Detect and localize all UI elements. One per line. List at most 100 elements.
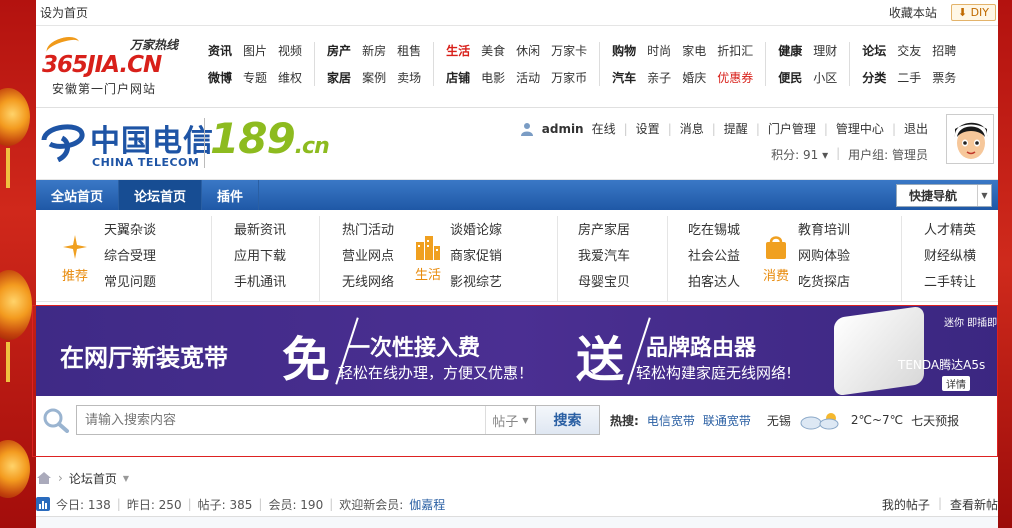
breadcrumb-current[interactable]: 论坛首页	[69, 470, 117, 487]
nav-group-head[interactable]: 便民	[778, 69, 802, 86]
admin-center-link[interactable]: 管理中心	[836, 120, 884, 137]
nav-group-head[interactable]: 健康	[778, 42, 802, 59]
nav-group-head[interactable]: 论坛	[862, 42, 886, 59]
nav-link[interactable]: 万家币	[551, 69, 587, 86]
tab-forum-home[interactable]: 论坛首页	[119, 180, 203, 210]
category-link[interactable]: 网购体验	[798, 245, 901, 264]
avatar[interactable]	[946, 114, 994, 164]
points-link[interactable]: 积分: 91 ▾	[771, 146, 828, 163]
nav-link[interactable]: 休闲	[516, 42, 540, 59]
brand-189: 189.cn	[210, 114, 330, 163]
messages-link[interactable]: 消息	[680, 120, 704, 137]
nav-group-head[interactable]: 汽车	[612, 69, 636, 86]
diy-button[interactable]: ⬇ DIY	[950, 4, 996, 21]
tab-site-home[interactable]: 全站首页	[36, 180, 120, 210]
tab-plugins[interactable]: 插件	[202, 180, 260, 210]
nav-link[interactable]: 专题	[243, 69, 267, 86]
nav-link[interactable]: 理财	[813, 42, 837, 59]
category-link[interactable]: 综合受理	[104, 245, 211, 264]
nav-group-head[interactable]: 房产	[327, 42, 351, 59]
category-link[interactable]: 财经纵横	[924, 245, 992, 264]
category-link[interactable]: 二手转让	[924, 271, 992, 290]
nav-link[interactable]: 案例	[362, 69, 386, 86]
view-new-posts-link[interactable]: 查看新帖	[950, 496, 998, 513]
separator: |	[891, 121, 896, 136]
user-group[interactable]: 用户组: 管理员	[848, 146, 928, 163]
category-link[interactable]: 热门活动	[342, 219, 406, 238]
category-link[interactable]: 人才精英	[924, 219, 992, 238]
nav-link[interactable]: 票务	[932, 69, 956, 86]
hot-search-link[interactable]: 电信宽带	[647, 412, 695, 429]
nav-group-head[interactable]: 分类	[862, 69, 886, 86]
nav-link[interactable]: 亲子	[647, 69, 671, 86]
nav-link[interactable]: 租售	[397, 42, 421, 59]
portal-admin-link[interactable]: 门户管理	[768, 120, 816, 137]
new-member-link[interactable]: 伽嘉程	[409, 496, 445, 513]
reminders-link[interactable]: 提醒	[724, 120, 748, 137]
nav-link[interactable]: 家电	[682, 42, 706, 59]
category-link[interactable]: 手机通讯	[234, 271, 319, 290]
username-link[interactable]: admin	[542, 122, 584, 136]
nav-group-head[interactable]: 资讯	[208, 42, 232, 59]
category-link[interactable]: 吃货探店	[798, 271, 901, 290]
category-link[interactable]: 拍客达人	[688, 271, 754, 290]
home-icon[interactable]	[36, 471, 52, 485]
settings-link[interactable]: 设置	[636, 120, 660, 137]
category-link[interactable]: 教育培训	[798, 219, 901, 238]
nav-link[interactable]: 图片	[243, 42, 267, 59]
category-link[interactable]: 无线网络	[342, 271, 406, 290]
category-link[interactable]: 谈婚论嫁	[450, 219, 557, 238]
category-link[interactable]: 我爱汽车	[578, 245, 667, 264]
nav-group-head[interactable]: 家居	[327, 69, 351, 86]
category-link[interactable]: 营业网点	[342, 245, 406, 264]
nav-link[interactable]: 万家卡	[551, 42, 587, 59]
nav-link[interactable]: 电影	[481, 69, 505, 86]
category-link[interactable]: 最新资讯	[234, 219, 319, 238]
category-link[interactable]: 应用下载	[234, 245, 319, 264]
quick-nav-button[interactable]: 快捷导航 ▼	[896, 184, 992, 207]
nav-group-head[interactable]: 店铺	[446, 69, 470, 86]
search-button[interactable]: 搜索	[535, 406, 599, 434]
nav-link[interactable]: 优惠券	[717, 69, 753, 86]
search-input[interactable]	[77, 406, 485, 434]
nav-link[interactable]: 美食	[481, 42, 505, 59]
nav-link[interactable]: 小区	[813, 69, 837, 86]
nav-link[interactable]: 视频	[278, 42, 302, 59]
banner-detail-button[interactable]: 详情	[942, 376, 970, 391]
my-posts-link[interactable]: 我的帖子	[882, 496, 930, 513]
nav-link[interactable]: 婚庆	[682, 69, 706, 86]
bookmark-link[interactable]: 收藏本站	[889, 4, 937, 21]
nav-link[interactable]: 卖场	[397, 69, 421, 86]
hot-search-link[interactable]: 联通宽带	[703, 412, 751, 429]
nav-link[interactable]: 新房	[362, 42, 386, 59]
nav-group-head[interactable]: 生活	[446, 42, 470, 59]
nav-link[interactable]: 维权	[278, 69, 302, 86]
category-link[interactable]: 常见问题	[104, 271, 211, 290]
category-link[interactable]: 吃在锡城	[688, 219, 754, 238]
nav-group-head[interactable]: 微博	[208, 69, 232, 86]
promo-banner[interactable]: 在网厅新装宽带 免 一次性接入费 轻松在线办理，方便又优惠！ 送 品牌路由器 轻…	[36, 306, 998, 396]
category-link[interactable]: 影视综艺	[450, 271, 557, 290]
nav-link[interactable]: 时尚	[647, 42, 671, 59]
category-link[interactable]: 房产家居	[578, 219, 667, 238]
category-link[interactable]: 社会公益	[688, 245, 754, 264]
telecom-logo[interactable]: 中国电信 CHINA TELECOM 189.cn	[40, 114, 356, 172]
search-type-select[interactable]: 帖子 ▼	[485, 406, 535, 434]
site-logo[interactable]: 万家热线 365JIA.CN 安徽第一门户网站	[42, 33, 192, 100]
forecast-link[interactable]: 七天预报	[911, 412, 959, 429]
nav-link[interactable]: 招聘	[932, 42, 956, 59]
category-link[interactable]: 母婴宝贝	[578, 271, 667, 290]
chevron-down-icon[interactable]: ▼	[123, 474, 129, 483]
search-row: 帖子▼ 搜索 热搜: 电信宽带 联通宽带 无锡 2℃~7℃ 七天预报	[36, 398, 998, 442]
nav-link[interactable]: 交友	[897, 42, 921, 59]
nav-link[interactable]: 折扣汇	[717, 42, 753, 59]
nav-group-head[interactable]: 购物	[612, 42, 636, 59]
set-home-link[interactable]: 设为首页	[40, 4, 88, 21]
logout-link[interactable]: 退出	[904, 120, 928, 137]
nav-link[interactable]: 活动	[516, 69, 540, 86]
category-link[interactable]: 商家促销	[450, 245, 557, 264]
category-link[interactable]: 天翼杂谈	[104, 219, 211, 238]
consume-label: 消费	[762, 269, 789, 284]
online-status[interactable]: 在线	[592, 120, 616, 137]
nav-link[interactable]: 二手	[897, 69, 921, 86]
